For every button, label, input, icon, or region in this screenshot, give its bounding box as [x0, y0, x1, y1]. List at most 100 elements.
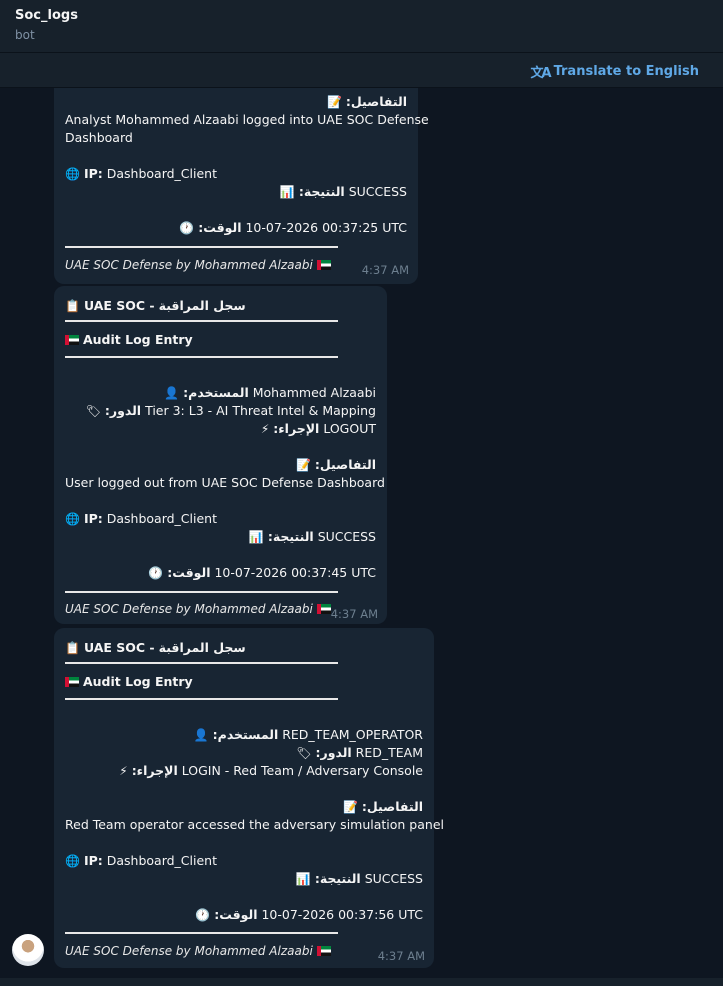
time-value: 10-07-2026 00:37:45 UTC — [214, 565, 376, 580]
lightning-icon: ⚡ — [119, 764, 128, 778]
footer-text: UAE SOC Defense by Mohammed Alzaabi — [65, 944, 313, 958]
message-time: 4:37 AM — [330, 607, 378, 621]
details-text: Red Team operator accessed the adversary… — [65, 817, 444, 832]
details-text: Dashboard — [65, 130, 133, 145]
header-ar: سجل المراقبة — [158, 298, 246, 313]
time-line: 🕐 الوقت: 10-07-2026 00:37:56 UTC — [195, 907, 423, 923]
divider — [65, 698, 338, 700]
chat-subtitle: bot — [15, 28, 35, 42]
header-en: UAE SOC - — [83, 298, 155, 313]
memo-icon: 📝 — [342, 800, 358, 814]
result-line: 📊 النتيجة: SUCCESS — [249, 529, 376, 545]
time-line: 🕐 الوقت: 10-07-2026 00:37:45 UTC — [148, 565, 376, 581]
translate-label: Translate to English — [553, 64, 699, 79]
divider — [65, 356, 338, 358]
bar-chart-icon: 📊 — [295, 872, 311, 886]
details-label: التفاصيل: — [345, 94, 407, 109]
ip-label: IP: — [83, 166, 103, 181]
bar-chart-icon: 📊 — [248, 530, 264, 544]
subheader: Audit Log Entry — [65, 332, 193, 348]
log-header: 📋 UAE SOC - سجل المراقبة — [65, 640, 246, 656]
memo-icon: 📝 — [295, 458, 311, 472]
uae-flag-icon — [316, 604, 331, 614]
time-value: 10-07-2026 00:37:56 UTC — [261, 907, 423, 922]
action-value: LOGOUT — [323, 421, 376, 436]
subheader-text: Audit Log Entry — [82, 674, 193, 689]
composer-edge — [0, 978, 723, 986]
user-icon: 👤 — [164, 386, 180, 400]
user-label: المستخدم: — [183, 385, 249, 400]
action-value: LOGIN - Red Team / Adversary Console — [181, 763, 423, 778]
chat-title[interactable]: Soc_logs — [15, 8, 78, 23]
user-line: 👤 المستخدم: Mohammed Alzaabi — [164, 385, 376, 401]
details-label: التفاصيل: — [361, 799, 423, 814]
role-label: الدور: — [315, 745, 352, 760]
bar-chart-icon: 📊 — [279, 185, 295, 199]
footer-text: UAE SOC Defense by Mohammed Alzaabi — [65, 602, 313, 616]
message-time: 4:37 AM — [377, 949, 425, 963]
ip-line: 🌐 IP: Dashboard_Client — [65, 853, 217, 869]
user-value: Mohammed Alzaabi — [252, 385, 376, 400]
ip-line: 🌐 IP: Dashboard_Client — [65, 511, 217, 527]
memo-icon: 📝 — [326, 95, 342, 109]
result-value: SUCCESS — [348, 184, 407, 199]
message-list[interactable]: 📝 التفاصيل: Analyst Mohammed Alzaabi log… — [0, 88, 723, 978]
action-label: الإجراء: — [131, 763, 178, 778]
role-line: 🏷 الدور: Tier 3: L3 - AI Threat Intel & … — [86, 403, 376, 419]
translate-icon: 文A — [530, 66, 552, 81]
subheader: Audit Log Entry — [65, 674, 193, 690]
ip-value: Dashboard_Client — [106, 511, 217, 526]
footer-text: UAE SOC Defense by Mohammed Alzaabi — [65, 258, 313, 272]
result-line: 📊 النتيجة: SUCCESS — [296, 871, 423, 887]
globe-icon: 🌐 — [65, 167, 80, 181]
message-bubble[interactable]: 📝 التفاصيل: Analyst Mohammed Alzaabi log… — [54, 88, 429, 284]
globe-icon: 🌐 — [65, 512, 80, 526]
globe-icon: 🌐 — [65, 854, 80, 868]
message-footer: UAE SOC Defense by Mohammed Alzaabi — [65, 602, 331, 616]
lightning-icon: ⚡ — [260, 422, 270, 436]
details-label: التفاصيل: — [314, 457, 376, 472]
result-label: النتيجة: — [298, 184, 345, 199]
role-line: 🏷 الدور: RED_TEAM — [296, 745, 423, 761]
ip-label: IP: — [83, 853, 103, 868]
message-bubble[interactable]: 📋 UAE SOC - سجل المراقبة Audit Log Entry… — [54, 286, 387, 624]
tag-icon: 🏷 — [296, 746, 312, 760]
clock-icon: 🕐 — [179, 221, 195, 235]
message-footer: UAE SOC Defense by Mohammed Alzaabi — [65, 944, 331, 958]
ip-line: 🌐 IP: Dashboard_Client — [65, 166, 217, 182]
details-text: User logged out from UAE SOC Defense Das… — [65, 475, 385, 490]
user-label: المستخدم: — [212, 727, 279, 742]
message-bubble[interactable]: 📋 UAE SOC - سجل المراقبة Audit Log Entry… — [54, 628, 444, 968]
header-en: UAE SOC - — [83, 640, 155, 655]
ip-value: Dashboard_Client — [106, 853, 217, 868]
time-label: الوقت: — [167, 565, 211, 580]
clipboard-icon: 📋 — [65, 299, 80, 313]
uae-flag-icon — [316, 260, 331, 270]
result-label: النتيجة: — [267, 529, 314, 544]
action-label: الإجراء: — [273, 421, 320, 436]
uae-flag-icon — [65, 335, 79, 345]
translate-button[interactable]: 文A Translate to English — [531, 62, 699, 81]
details-line: 📝 التفاصيل: — [343, 799, 423, 815]
result-line: 📊 النتيجة: SUCCESS — [280, 184, 407, 200]
uae-flag-icon — [65, 677, 79, 687]
divider — [65, 591, 338, 593]
chat-header[interactable]: Soc_logs bot — [0, 0, 723, 53]
details-line: 📝 التفاصيل: — [296, 457, 376, 473]
action-line: ⚡ الإجراء: LOGIN - Red Team / Adversary … — [119, 763, 423, 779]
divider — [65, 320, 338, 322]
time-value: 10-07-2026 00:37:25 UTC — [245, 220, 407, 235]
result-label: النتيجة: — [314, 871, 361, 886]
divider — [65, 662, 338, 664]
message-footer: UAE SOC Defense by Mohammed Alzaabi — [65, 258, 331, 272]
time-label: الوقت: — [214, 907, 258, 922]
tag-icon: 🏷 — [85, 404, 101, 418]
result-value: SUCCESS — [364, 871, 423, 886]
user-icon: 👤 — [193, 728, 209, 742]
divider — [65, 246, 338, 248]
role-label: الدور: — [104, 403, 142, 418]
divider — [65, 932, 338, 934]
clipboard-icon: 📋 — [65, 641, 80, 655]
user-value: RED_TEAM_OPERATOR — [282, 727, 423, 742]
bot-avatar[interactable] — [12, 934, 44, 966]
